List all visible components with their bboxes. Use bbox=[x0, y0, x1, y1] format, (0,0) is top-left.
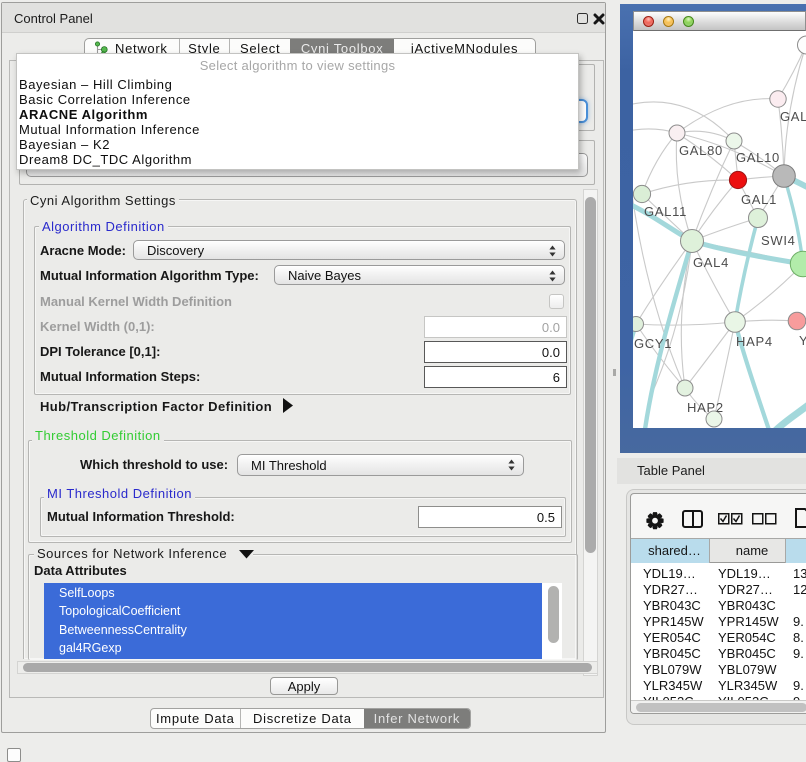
svg-text:YJ: YJ bbox=[799, 333, 806, 348]
svg-text:GAL1: GAL1 bbox=[741, 192, 777, 207]
svg-text:HAP4: HAP4 bbox=[736, 334, 773, 349]
svg-text:GAL4: GAL4 bbox=[693, 255, 729, 270]
svg-text:GAL80: GAL80 bbox=[679, 143, 723, 158]
svg-text:SWI4: SWI4 bbox=[761, 233, 796, 248]
svg-text:GAL11: GAL11 bbox=[644, 204, 687, 219]
svg-text:GCY1: GCY1 bbox=[634, 336, 672, 351]
svg-text:GAL7: GAL7 bbox=[780, 109, 806, 124]
svg-text:GAL10: GAL10 bbox=[736, 150, 780, 165]
svg-text:HAP2: HAP2 bbox=[687, 400, 724, 415]
